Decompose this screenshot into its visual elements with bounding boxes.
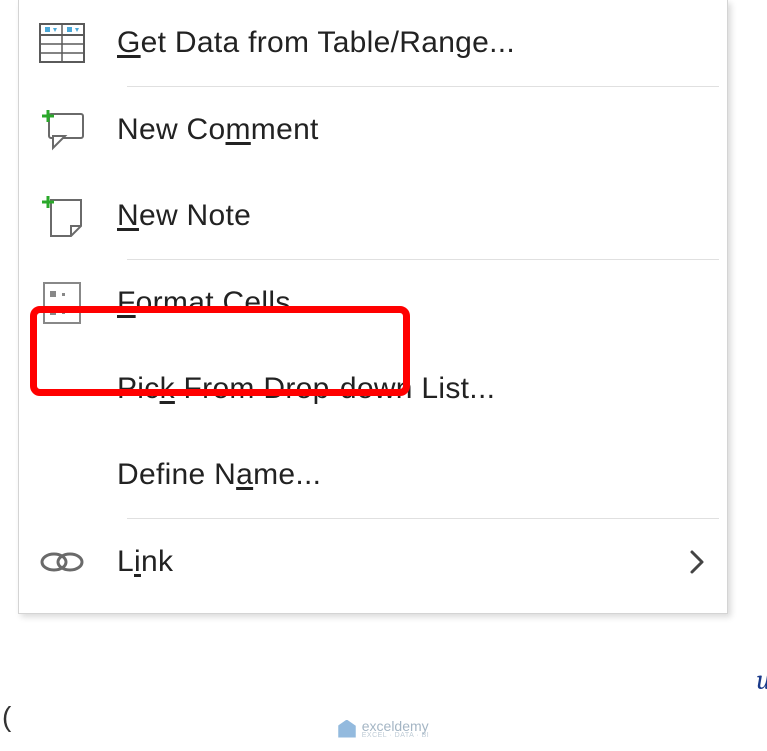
- new-comment-icon: [33, 101, 91, 159]
- menu-item-pick-from-dropdown[interactable]: Pick From Drop-down List...: [19, 346, 727, 432]
- watermark: exceldemy EXCEL · DATA · BI: [338, 718, 430, 739]
- menu-item-label: Pick From Drop-down List...: [117, 372, 495, 406]
- menu-item-define-name[interactable]: Define Name...: [19, 432, 727, 518]
- blank-icon: [33, 360, 91, 418]
- menu-item-get-data-from-table[interactable]: Get Data from Table/Range...: [19, 0, 727, 86]
- menu-item-label: Define Name...: [117, 458, 321, 492]
- menu-item-label: Format Cells...: [117, 286, 317, 320]
- watermark-tagline: EXCEL · DATA · BI: [362, 732, 430, 739]
- menu-item-label: New Note: [117, 199, 251, 233]
- link-icon: [33, 533, 91, 591]
- context-menu: Get Data from Table/Range... New Comment: [18, 0, 728, 614]
- background-text-fragment: (: [2, 701, 11, 733]
- chevron-right-icon: [677, 542, 717, 582]
- table-icon: [33, 14, 91, 72]
- menu-item-link[interactable]: Link: [19, 519, 727, 605]
- menu-item-label: New Comment: [117, 113, 319, 147]
- format-cells-icon: [33, 274, 91, 332]
- blank-icon: [33, 446, 91, 504]
- watermark-logo-icon: [338, 720, 356, 738]
- background-text-fragment: u: [756, 664, 767, 696]
- menu-item-label: Get Data from Table/Range...: [117, 26, 515, 60]
- menu-item-format-cells[interactable]: Format Cells...: [19, 260, 727, 346]
- menu-item-new-note[interactable]: New Note: [19, 173, 727, 259]
- new-note-icon: [33, 187, 91, 245]
- menu-item-new-comment[interactable]: New Comment: [19, 87, 727, 173]
- menu-item-label: Link: [117, 545, 173, 579]
